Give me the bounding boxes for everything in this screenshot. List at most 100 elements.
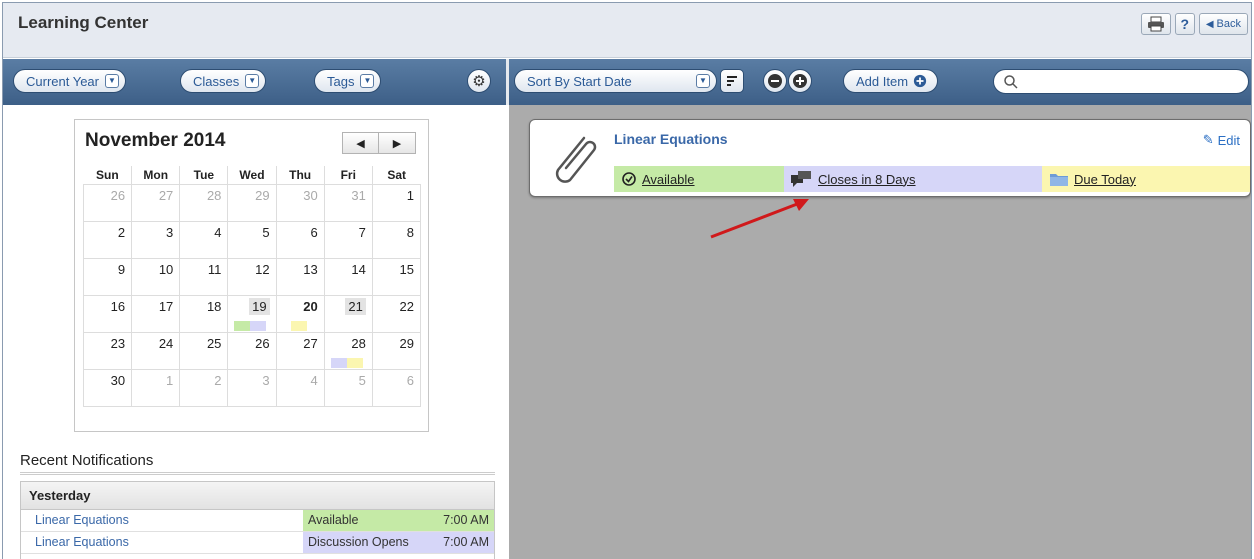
calendar-day[interactable]: 12	[227, 257, 277, 296]
calendar-day[interactable]: 29	[371, 331, 422, 370]
notification-item-link[interactable]: Linear Equations	[21, 510, 303, 531]
day-number: 10	[158, 261, 174, 277]
right-panel: Linear Equations ✎ Edit Available Closes…	[509, 105, 1251, 559]
day-number: 18	[206, 298, 222, 314]
expand-all-button[interactable]	[788, 69, 812, 93]
help-button[interactable]: ?	[1174, 13, 1195, 35]
calendar-day[interactable]: 5	[323, 368, 373, 407]
calendar-day[interactable]: 28	[179, 183, 229, 222]
calendar-day[interactable]: 6	[371, 368, 422, 407]
calendar-day[interactable]: 4	[275, 368, 325, 407]
calendar-day[interactable]: 17	[131, 294, 181, 333]
calendar-day[interactable]: 30	[82, 368, 133, 407]
tags-dropdown[interactable]: Tags ▼	[314, 69, 382, 93]
calendar-day[interactable]: 9	[82, 257, 133, 296]
notifications-group-header: Yesterday	[21, 482, 494, 510]
search-box[interactable]	[993, 69, 1249, 94]
back-label: Back	[1216, 18, 1241, 30]
calendar-day[interactable]: 2	[82, 220, 133, 259]
calendar-day[interactable]: 3	[227, 368, 277, 407]
calendar-day[interactable]: 4	[179, 220, 229, 259]
calendar-day[interactable]: 3	[131, 220, 181, 259]
calendar-day-today[interactable]: 20	[275, 294, 325, 333]
sort-lines-icon	[727, 76, 737, 86]
day-number: 1	[166, 372, 174, 388]
calendar-day[interactable]: 11	[179, 257, 229, 296]
day-number: 5	[358, 372, 366, 388]
discussion-marker	[330, 357, 347, 368]
calendar-day[interactable]: 16	[82, 294, 133, 333]
notification-item-link[interactable]: Linear Equations	[21, 532, 303, 553]
calendar-day[interactable]: 24	[131, 331, 181, 370]
calendar-day[interactable]: 25	[179, 331, 229, 370]
calendar-day[interactable]: 29	[227, 183, 277, 222]
calendar-day[interactable]: 18	[179, 294, 229, 333]
weekday-header: Fri	[323, 166, 373, 184]
add-item-button[interactable]: Add Item	[843, 69, 939, 93]
app-frame: Learning Center ? ◀ Back Current Year ▼ …	[2, 2, 1252, 559]
day-number: 28	[206, 187, 222, 203]
sort-dropdown[interactable]: Sort By Start Date ▼	[514, 69, 717, 93]
calendar-day[interactable]: 14	[323, 257, 373, 296]
available-link[interactable]: Available	[614, 166, 784, 192]
chevron-down-icon: ▼	[360, 74, 375, 88]
calendar-day[interactable]: 8	[371, 220, 422, 259]
calendar-day[interactable]: 5	[227, 220, 277, 259]
sort-label: Sort By Start Date	[527, 73, 632, 89]
day-number: 17	[158, 298, 174, 314]
item-title-link[interactable]: Linear Equations	[614, 131, 728, 147]
notification-status: Available 7:00 AM	[303, 510, 494, 531]
chevron-down-icon: ▼	[105, 74, 119, 88]
calendar-day[interactable]: 15	[371, 257, 422, 296]
day-number: 3	[166, 224, 174, 240]
calendar-day[interactable]: 26	[227, 331, 277, 370]
prev-month-button[interactable]: ◀	[342, 132, 379, 154]
day-number: 16	[110, 298, 126, 314]
current-year-dropdown[interactable]: Current Year ▼	[13, 69, 126, 93]
calendar-day[interactable]: 26	[82, 183, 133, 222]
day-number: 9	[117, 261, 126, 277]
calendar-day[interactable]: 1	[371, 183, 422, 222]
calendar-day[interactable]: 23	[82, 331, 133, 370]
calendar-day[interactable]: 22	[371, 294, 422, 333]
weekday-header: Tue	[179, 166, 228, 184]
day-number: 3	[262, 372, 270, 388]
due-link[interactable]: Due Today	[1042, 166, 1250, 192]
back-button[interactable]: ◀ Back	[1198, 13, 1248, 35]
calendar-day[interactable]: 2	[179, 368, 229, 407]
closes-link[interactable]: Closes in 8 Days	[784, 166, 1042, 192]
print-button[interactable]	[1140, 13, 1171, 35]
sort-order-button[interactable]	[720, 69, 744, 93]
status-label: Discussion Opens	[308, 535, 409, 549]
calendar-day[interactable]: 13	[275, 257, 325, 296]
classes-label: Classes	[193, 73, 240, 89]
collapse-all-button[interactable]	[763, 69, 787, 93]
day-event-markers	[330, 357, 363, 368]
calendar-day[interactable]: 6	[275, 220, 325, 259]
due-label: Due Today	[1074, 171, 1136, 187]
gear-icon: ⚙	[472, 73, 486, 90]
classes-dropdown[interactable]: Classes ▼	[180, 69, 267, 93]
calendar-day[interactable]: 10	[131, 257, 181, 296]
next-month-button[interactable]: ▶	[379, 132, 416, 154]
calendar-day[interactable]: 21	[323, 294, 373, 333]
day-number: 25	[206, 335, 222, 351]
calendar-day[interactable]: 7	[323, 220, 373, 259]
settings-button[interactable]: ⚙	[467, 69, 491, 93]
calendar-day[interactable]: 31	[323, 183, 373, 222]
edit-button[interactable]: ✎ Edit	[1203, 132, 1240, 148]
calendar-day[interactable]: 27	[131, 183, 181, 222]
calendar-day[interactable]: 30	[275, 183, 325, 222]
calendar-grid: Sun Mon Tue Wed Thu Fri Sat 26 27 28 29	[82, 166, 422, 407]
discussion-icon	[791, 171, 811, 187]
search-input[interactable]	[1018, 71, 1248, 92]
day-number: 7	[358, 224, 366, 240]
day-number: 29	[399, 335, 414, 351]
notifications-list: Yesterday Linear Equations Available 7:0…	[20, 481, 495, 559]
calendar-day[interactable]: 27	[275, 331, 325, 370]
calendar-day[interactable]: 1	[131, 368, 181, 407]
closes-label: Closes in 8 Days	[818, 171, 916, 187]
calendar-day[interactable]: 28	[323, 331, 373, 370]
calendar-day[interactable]: 19	[227, 294, 277, 333]
day-number: 4	[310, 372, 318, 388]
